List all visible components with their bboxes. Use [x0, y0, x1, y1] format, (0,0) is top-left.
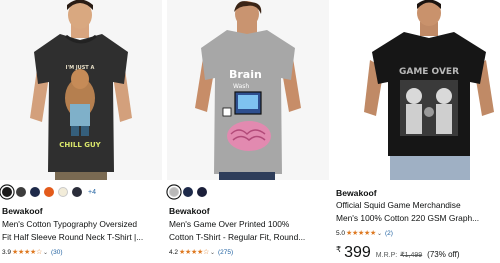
color-swatch-navy[interactable] [183, 187, 193, 197]
product-title-line-2[interactable]: Men's 100% Cotton 220 GSM Graph... [336, 212, 500, 225]
chevron-down-icon[interactable]: ⌄ [377, 230, 382, 237]
chevron-down-icon[interactable]: ⌄ [43, 249, 48, 256]
rating-value: 5.0 [336, 229, 346, 237]
product-image[interactable]: GAME OVER [334, 0, 500, 180]
price-row: ₹ 399 M.R.P: ₹1,499 (73% off) [336, 244, 459, 262]
tshirt-print-text-top: I'M JUST A [66, 65, 95, 71]
product-title-line-1[interactable]: Men's Game Over Printed 100% [169, 218, 327, 231]
product-title-line-1[interactable]: Men's Cotton Typography Oversized [2, 218, 160, 231]
price[interactable]: 399 [344, 244, 371, 262]
product-image[interactable]: Brain Wash [167, 0, 329, 180]
color-swatch-black[interactable] [2, 187, 12, 197]
rating-row: 5.0 ★★★★★ ⌄ (2) [336, 229, 393, 238]
color-swatch-grey[interactable] [169, 187, 179, 197]
color-swatches [169, 186, 207, 198]
product-title-line-2[interactable]: Cotton T-Shirt - Regular Fit, Round... [169, 231, 327, 244]
star-rating-icon[interactable]: ★★★★☆ [179, 248, 209, 256]
discount-badge: (73% off) [427, 250, 460, 259]
product-card-3[interactable]: GAME OVER Bewakoof Official Squid Game M… [334, 0, 500, 263]
more-colors-link[interactable]: +4 [88, 189, 96, 196]
product-photo-brain-wash-tshirt: Brain Wash [167, 0, 329, 180]
mrp-price: ₹1,499 [400, 252, 423, 259]
color-swatch-cream[interactable] [58, 187, 68, 197]
color-swatch-navy[interactable] [30, 187, 40, 197]
product-card-1[interactable]: I'M JUST A CHILL GUY +4 Bewakoof Men's C… [0, 0, 162, 263]
mrp-label: M.R.P: [375, 252, 398, 259]
star-rating-icon[interactable]: ★★★★☆ [12, 248, 42, 256]
product-image[interactable]: I'M JUST A CHILL GUY [0, 0, 162, 180]
brand-name: Bewakoof [169, 206, 210, 216]
product-card-2[interactable]: Brain Wash Bewakoof Men's Game Over Prin… [167, 0, 329, 263]
rating-value: 4.2 [169, 248, 179, 256]
tshirt-print-text: GAME OVER [399, 67, 459, 77]
tshirt-print-text-top: Brain [229, 68, 262, 81]
review-count-link[interactable]: (275) [218, 249, 233, 256]
currency-symbol: ₹ [336, 245, 342, 254]
brand-name: Bewakoof [336, 188, 377, 198]
tshirt-print-text-bottom: CHILL GUY [59, 141, 101, 149]
color-swatch-orange[interactable] [44, 187, 54, 197]
product-photo-chill-guy-tshirt: I'M JUST A CHILL GUY [0, 0, 162, 180]
color-swatch-dark-navy[interactable] [197, 187, 207, 197]
rating-row: 4.2 ★★★★☆ ⌄ (275) [169, 248, 233, 257]
tshirt-print-text-bottom: Wash [233, 83, 249, 90]
product-title-line-1[interactable]: Official Squid Game Merchandise [336, 199, 500, 212]
color-swatch-charcoal[interactable] [16, 187, 26, 197]
star-rating-icon[interactable]: ★★★★★ [346, 229, 376, 237]
color-swatches: +4 [2, 186, 96, 198]
rating-value: 3.9 [2, 248, 12, 256]
rating-row: 3.9 ★★★★☆ ⌄ (30) [2, 248, 63, 257]
chevron-down-icon[interactable]: ⌄ [210, 249, 215, 256]
review-count-link[interactable]: (2) [385, 230, 393, 237]
review-count-link[interactable]: (30) [51, 249, 63, 256]
brand-name: Bewakoof [2, 206, 43, 216]
color-swatch-dark-grey[interactable] [72, 187, 82, 197]
product-title-line-2[interactable]: Fit Half Sleeve Round Neck T-Shirt |... [2, 231, 160, 244]
product-photo-squid-game-tshirt: GAME OVER [334, 0, 500, 180]
